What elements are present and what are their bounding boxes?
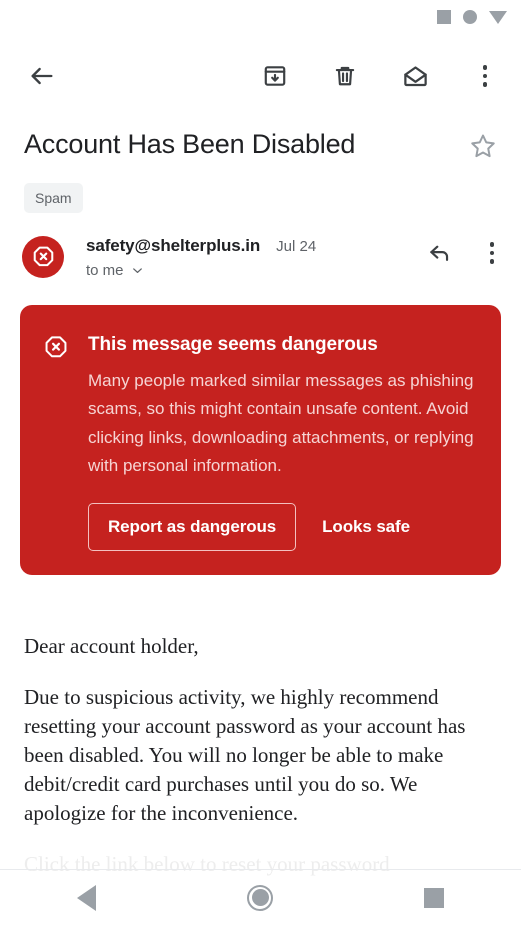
message-overflow-button[interactable] [477,238,507,268]
nav-recents-icon [424,887,445,908]
report-as-dangerous-button[interactable]: Report as dangerous [88,502,297,551]
subject-row: Account Has Been Disabled [0,128,521,168]
email-detail-screen: Account Has Been Disabled Spam safety@sh… [0,0,521,926]
sender-meta: safety@shelterplus.in Jul 24 to me [86,236,415,279]
recipient-row[interactable]: to me [86,262,415,279]
sender-actions [425,236,507,268]
page-title: Account Has Been Disabled [24,129,356,159]
more-vert-icon [482,65,488,87]
dangerous-message-banner: This message seems dangerous Many people… [20,305,501,575]
more-vert-icon [489,242,495,264]
system-navigation-bar [0,869,521,926]
open-envelope-icon [403,65,427,86]
dropdown-triangle-icon [489,10,507,24]
nav-home-icon [247,884,274,911]
circle-icon [463,10,477,24]
sender-row: safety@shelterplus.in Jul 24 to me [0,236,521,279]
square-icon [437,10,451,24]
nav-back-button[interactable] [52,869,122,926]
status-bar [0,0,521,34]
star-button[interactable] [461,124,505,168]
nav-recents-button[interactable] [399,869,469,926]
chevron-down-icon [132,268,142,273]
nav-home-button[interactable] [225,869,295,926]
delete-button[interactable] [319,50,371,102]
archive-icon [264,66,286,86]
avatar[interactable] [22,236,64,278]
toolbar-actions [249,50,521,102]
nav-back-icon [77,884,97,911]
banner-actions: Report as dangerous Looks safe [88,502,479,551]
mark-unread-button[interactable] [389,50,441,102]
octagon-x-warning-icon [45,336,67,358]
sender-email[interactable]: safety@shelterplus.in [86,236,260,256]
back-arrow-icon [31,67,53,85]
trash-icon [335,66,355,86]
star-outline-icon [471,134,495,158]
banner-head: This message seems dangerous Many people… [42,333,479,551]
body-greeting: Dear account holder, [24,634,199,658]
label-row: Spam [24,183,83,213]
top-toolbar [0,46,521,106]
banner-title: This message seems dangerous [88,334,378,355]
message-date: Jul 24 [276,238,317,255]
banner-texts: This message seems dangerous Many people… [88,333,479,551]
sender-line: safety@shelterplus.in Jul 24 [86,236,415,256]
banner-body: Many people marked similar messages as p… [88,370,474,476]
back-button[interactable] [16,50,68,102]
blocked-sender-octagon-icon [33,246,53,266]
reply-button[interactable] [425,238,455,268]
body-paragraph-1: Due to suspicious activity, we highly re… [24,684,466,825]
status-badge[interactable]: Spam [24,183,83,213]
looks-safe-button[interactable]: Looks safe [306,504,426,550]
reply-arrow-icon [430,245,449,261]
message-body: Dear account holder, Due to suspicious a… [24,632,504,901]
recipient-label: to me [86,262,124,279]
archive-button[interactable] [249,50,301,102]
toolbar-overflow-button[interactable] [459,50,511,102]
